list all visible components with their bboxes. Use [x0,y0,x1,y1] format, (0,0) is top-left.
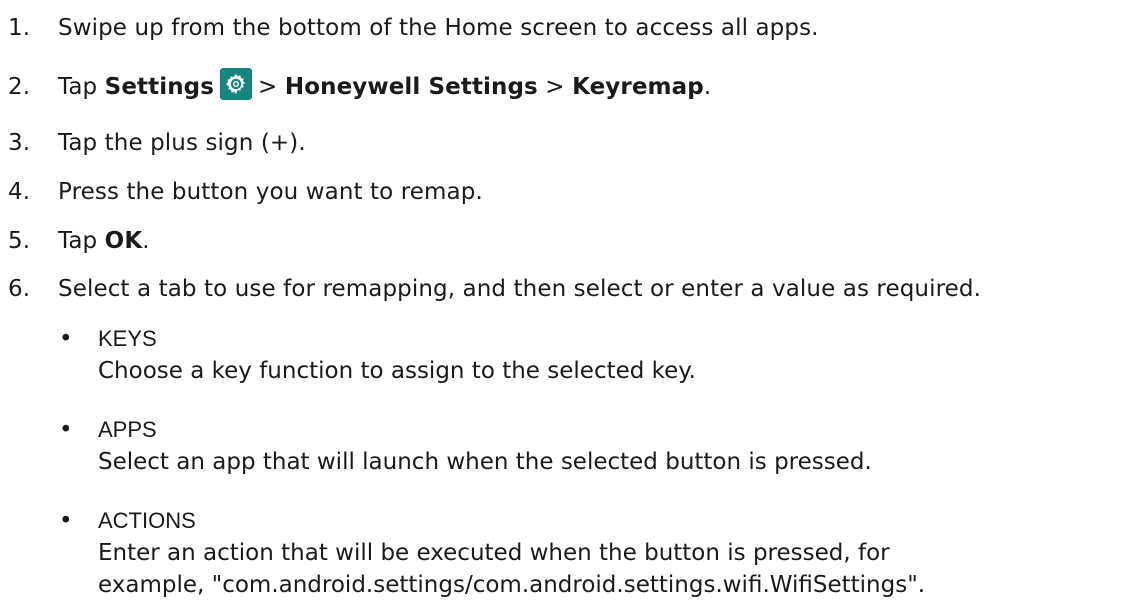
step-4: 4. Press the button you want to remap. [8,177,483,207]
step-number: 4. [8,179,31,205]
separator: > [258,74,278,100]
step-number: 3. [8,130,31,156]
bullet-title: KEYS [98,326,157,351]
bullet-keys: • KEYS Choose a key function to assign to… [59,323,696,387]
step-3: 3. Tap the plus sign (+). [8,128,306,158]
step-number: 6. [8,276,31,302]
bullet-symbol: • [59,508,73,534]
bullet-title: APPS [98,417,157,442]
bullet-description-line-2: example, "com.android.settings/com.andro… [98,572,926,598]
bullet-description: Choose a key function to assign to the s… [98,358,696,384]
step-number: 5. [8,228,31,254]
separator: > [545,74,565,100]
bullet-description: Select an app that will launch when the … [98,449,872,475]
step-text: Press the button you want to remap. [58,179,483,205]
step-5: 5. Tap OK. [8,226,150,256]
step-text-tap: Tap [58,74,98,100]
honeywell-settings-label: Honeywell Settings [284,74,538,100]
step-number: 1. [8,15,31,41]
period: . [142,228,150,254]
bullet-actions: • ACTIONS Enter an action that will be ex… [59,505,925,601]
bullet-symbol: • [59,326,73,352]
step-text: Select a tab to use for remapping, and t… [58,276,982,302]
bullet-title: ACTIONS [98,508,196,533]
step-1: 1. Swipe up from the bottom of the Home s… [8,13,819,43]
bullet-description-line-1: Enter an action that will be executed wh… [98,540,890,566]
step-text: Swipe up from the bottom of the Home scr… [58,15,819,41]
settings-label: Settings [104,74,215,100]
gear-icon [220,67,253,100]
ok-label: OK [104,228,143,254]
step-6: 6. Select a tab to use for remapping, and… [8,274,981,304]
step-2: 2. Tap Settings > Honeywell Settings > Key… [8,67,712,102]
bullet-apps: • APPS Select an app that will launch whe… [59,414,872,478]
bullet-symbol: • [59,417,73,443]
step-text: Tap the plus sign (+). [58,130,306,156]
step-number: 2. [8,74,31,100]
period: . [703,74,712,100]
step-text-tap: Tap [58,228,98,254]
keyremap-label: Keyremap [572,74,704,100]
